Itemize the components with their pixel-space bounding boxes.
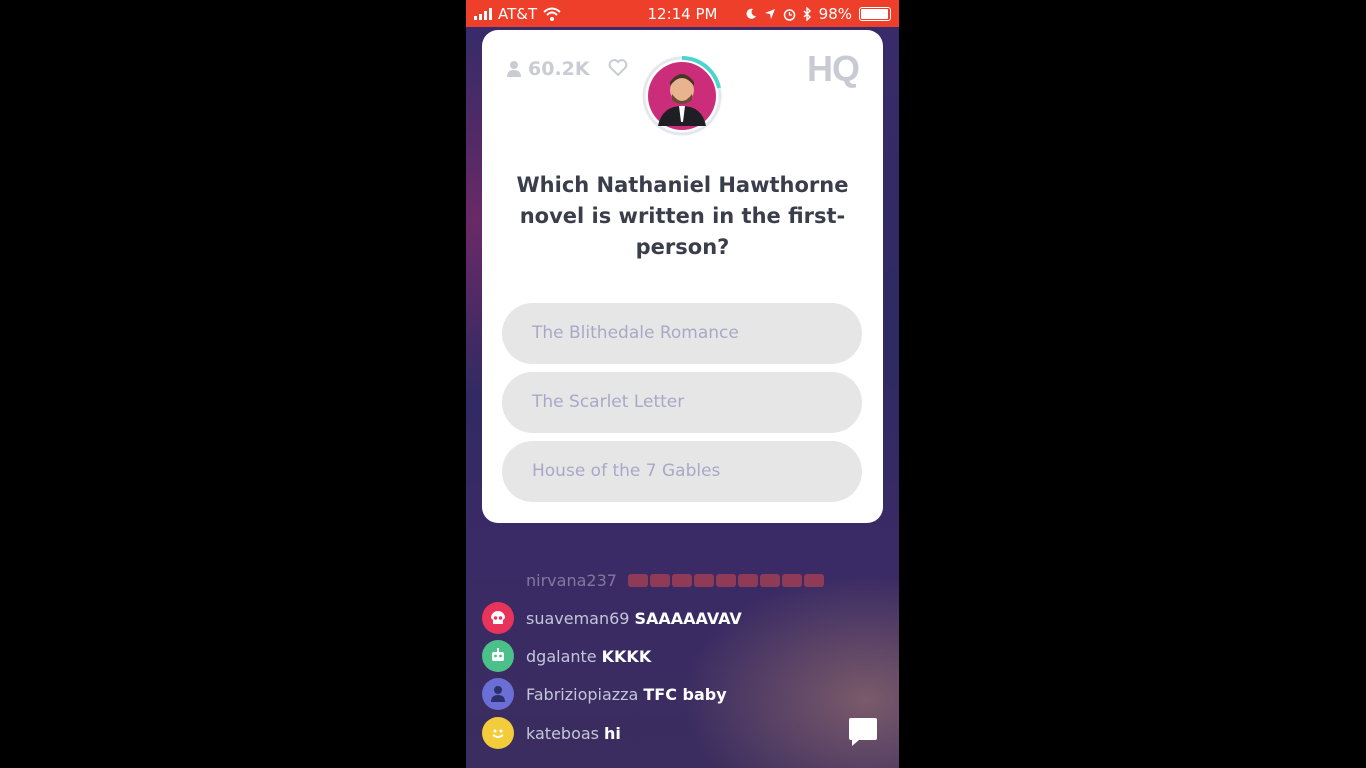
- battery-fill: [861, 9, 889, 19]
- answer-label: House of the 7 Gables: [532, 461, 721, 481]
- avatar-robot-icon: [482, 640, 514, 672]
- location-arrow-icon: [764, 9, 775, 19]
- chat-text: SAAAAAVAV: [634, 608, 742, 628]
- avatar-skull-icon: [482, 602, 514, 634]
- heart-emojis: [627, 573, 824, 587]
- chat-text: KKKK: [601, 646, 652, 666]
- avatar-person-icon: [482, 678, 514, 710]
- status-bar: AT&T 12:14 PM 98%: [466, 0, 899, 27]
- player-count-label: 60.2K: [528, 58, 590, 80]
- chat-username: Fabriziopiazza: [526, 684, 639, 704]
- person-icon: [507, 61, 521, 77]
- chat-message: nirvana237: [482, 564, 824, 596]
- answer-option[interactable]: House of the 7 Gables: [502, 441, 862, 502]
- battery-icon: [859, 7, 891, 21]
- answer-label: The Scarlet Letter: [532, 392, 685, 412]
- chat-message: suaveman69 SAAAAAVAV: [482, 602, 742, 634]
- battery-percent: 98%: [818, 5, 852, 23]
- answer-label: The Blithedale Romance: [532, 323, 739, 343]
- status-right: 98%: [745, 5, 891, 23]
- chat-username: dgalante: [526, 646, 597, 666]
- heart-icon[interactable]: [608, 58, 628, 78]
- player-count: 60.2K: [506, 58, 590, 80]
- host-avatar: [642, 56, 722, 136]
- chat-username: suaveman69: [526, 608, 630, 628]
- answer-option[interactable]: The Scarlet Letter: [502, 372, 862, 433]
- answer-option[interactable]: The Blithedale Romance: [502, 303, 862, 364]
- person-icon: [491, 686, 505, 702]
- moon-icon: [746, 8, 756, 19]
- alarm-icon: [783, 8, 795, 21]
- phone-screen: AT&T 12:14 PM 98% 60.2K HQ Which Nathani…: [466, 0, 899, 768]
- avatar: [482, 564, 514, 596]
- chat-username: nirvana237: [526, 570, 617, 590]
- avatar-smiley-icon: [482, 717, 514, 749]
- skull-icon: [491, 611, 505, 624]
- chat-message: kateboas hi: [482, 717, 621, 749]
- smiley-icon: [492, 729, 504, 738]
- chat-message: Fabriziopiazza TFC baby: [482, 678, 727, 710]
- chat-username: kateboas: [526, 723, 599, 743]
- chat-message: dgalante KKKK: [482, 640, 651, 672]
- bluetooth-icon: [803, 7, 811, 21]
- question-text: Which Nathaniel Hawthorne novel is writt…: [516, 173, 849, 259]
- chat-bubble-icon[interactable]: [847, 716, 879, 748]
- robot-icon: [492, 648, 504, 661]
- chat-text: TFC baby: [643, 684, 727, 704]
- question-card: 60.2K HQ Which Nathaniel Hawthorne novel…: [482, 30, 883, 523]
- hq-logo: HQ: [807, 48, 860, 89]
- chat-text: hi: [604, 723, 621, 743]
